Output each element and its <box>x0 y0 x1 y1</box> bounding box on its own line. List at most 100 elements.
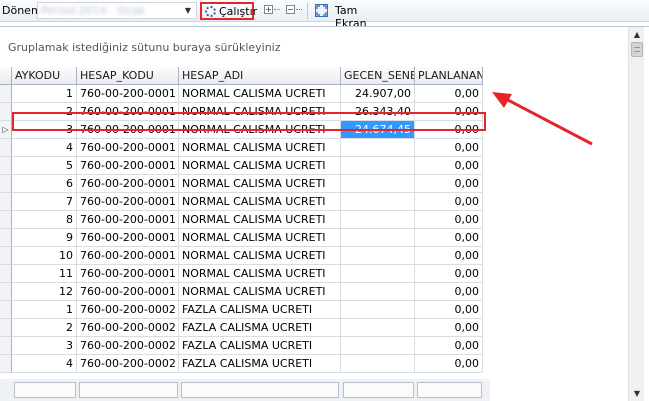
cell-gecen-sene[interactable] <box>341 337 415 355</box>
table-row[interactable]: 6 760-00-200-0001 NORMAL CALISMA UCRETI 0,0… <box>0 175 490 193</box>
cell-hesap-adi[interactable]: NORMAL CALISMA UCRETI <box>179 211 341 229</box>
cell-hesap-kodu[interactable]: 760-00-200-0001 <box>77 85 179 103</box>
row-indicator[interactable] <box>0 139 12 157</box>
cell-hesap-adi[interactable]: NORMAL CALISMA UCRETI <box>179 265 341 283</box>
cell-hesap-adi[interactable]: NORMAL CALISMA UCRETI <box>179 157 341 175</box>
table-row[interactable]: 4 760-00-200-0002 FAZLA CALISMA UCRETI 0,00 <box>0 355 490 373</box>
scroll-down-icon[interactable]: ▼ <box>629 386 645 401</box>
cell-gecen-sene[interactable] <box>341 301 415 319</box>
cell-aykodu[interactable]: 3 <box>12 121 77 139</box>
cell-planlanan[interactable]: 0,00 <box>415 265 483 283</box>
cell-hesap-kodu[interactable]: 760-00-200-0001 <box>77 139 179 157</box>
cell-planlanan[interactable]: 0,00 <box>415 337 483 355</box>
row-indicator[interactable] <box>0 229 12 247</box>
row-indicator[interactable] <box>0 283 12 301</box>
scroll-thumb[interactable] <box>631 42 643 57</box>
cell-hesap-adi[interactable]: NORMAL CALISMA UCRETI <box>179 121 341 139</box>
cell-aykodu[interactable]: 4 <box>12 139 77 157</box>
cell-planlanan[interactable]: 0,00 <box>415 355 483 373</box>
cell-aykodu[interactable]: 4 <box>12 355 77 373</box>
table-row[interactable]: 11 760-00-200-0001 NORMAL CALISMA UCRETI 0,… <box>0 265 490 283</box>
cell-gecen-sene[interactable]: 24.674,45 <box>341 121 415 139</box>
cell-aykodu[interactable]: 1 <box>12 301 77 319</box>
table-row[interactable]: 1 760-00-200-0002 FAZLA CALISMA UCRETI 0,00 <box>0 301 490 319</box>
cell-aykodu[interactable]: 2 <box>12 103 77 121</box>
cell-aykodu[interactable]: 2 <box>12 319 77 337</box>
chevron-down-icon[interactable]: ▼ <box>181 3 195 18</box>
cell-hesap-adi[interactable]: NORMAL CALISMA UCRETI <box>179 85 341 103</box>
cell-planlanan[interactable]: 0,00 <box>415 229 483 247</box>
table-row[interactable]: 12 760-00-200-0001 NORMAL CALISMA UCRETI 0,… <box>0 283 490 301</box>
cell-hesap-kodu[interactable]: 760-00-200-0001 <box>77 283 179 301</box>
expand-all-icon[interactable]: + <box>264 5 273 14</box>
table-row[interactable]: ▷ 3 760-00-200-0001 NORMAL CALISMA UCRETI 24… <box>0 121 490 139</box>
cell-hesap-kodu[interactable]: 760-00-200-0001 <box>77 265 179 283</box>
row-indicator[interactable] <box>0 175 12 193</box>
cell-gecen-sene[interactable] <box>341 211 415 229</box>
cell-hesap-adi[interactable]: NORMAL CALISMA UCRETI <box>179 283 341 301</box>
cell-aykodu[interactable]: 9 <box>12 229 77 247</box>
cell-hesap-kodu[interactable]: 760-00-200-0001 <box>77 211 179 229</box>
cell-aykodu[interactable]: 3 <box>12 337 77 355</box>
table-row[interactable]: 10 760-00-200-0001 NORMAL CALISMA UCRETI 0,… <box>0 247 490 265</box>
cell-planlanan[interactable]: 0,00 <box>415 211 483 229</box>
row-indicator[interactable] <box>0 193 12 211</box>
row-indicator[interactable] <box>0 85 12 103</box>
cell-aykodu[interactable]: 1 <box>12 85 77 103</box>
cell-hesap-adi[interactable]: NORMAL CALISMA UCRETI <box>179 229 341 247</box>
cell-hesap-adi[interactable]: NORMAL CALISMA UCRETI <box>179 247 341 265</box>
column-header-hesap-kodu[interactable]: HESAP_KODU <box>77 67 179 85</box>
group-by-panel[interactable]: Gruplamak istediğiniz sütunu buraya sürü… <box>0 27 627 65</box>
row-indicator[interactable] <box>0 319 12 337</box>
cell-planlanan[interactable]: 0,00 <box>415 85 483 103</box>
cell-gecen-sene[interactable] <box>341 193 415 211</box>
cell-planlanan[interactable]: 0,00 <box>415 175 483 193</box>
cell-hesap-kodu[interactable]: 760-00-200-0001 <box>77 157 179 175</box>
row-indicator[interactable] <box>0 247 12 265</box>
row-indicator[interactable] <box>0 265 12 283</box>
cell-hesap-kodu[interactable]: 760-00-200-0001 <box>77 103 179 121</box>
cell-planlanan[interactable]: 0,00 <box>415 139 483 157</box>
column-header-gecen-sene[interactable]: GECEN_SENE <box>341 67 415 85</box>
cell-planlanan[interactable]: 0,00 <box>415 247 483 265</box>
table-row[interactable]: 1 760-00-200-0001 NORMAL CALISMA UCRETI 24.… <box>0 85 490 103</box>
cell-hesap-kodu[interactable]: 760-00-200-0001 <box>77 121 179 139</box>
cell-planlanan[interactable]: 0,00 <box>415 121 483 139</box>
cell-hesap-adi[interactable]: NORMAL CALISMA UCRETI <box>179 175 341 193</box>
cell-hesap-adi[interactable]: FAZLA CALISMA UCRETI <box>179 355 341 373</box>
cell-planlanan[interactable]: 0,00 <box>415 301 483 319</box>
cell-gecen-sene[interactable]: 26.343,40 <box>341 103 415 121</box>
vertical-scrollbar[interactable]: ▲ ▼ <box>628 27 644 401</box>
cell-aykodu[interactable]: 6 <box>12 175 77 193</box>
cell-hesap-kodu[interactable]: 760-00-200-0001 <box>77 229 179 247</box>
cell-gecen-sene[interactable] <box>341 355 415 373</box>
cell-gecen-sene[interactable] <box>341 139 415 157</box>
period-combo[interactable]: Period 2014 · Ocak ▼ <box>37 2 197 19</box>
row-indicator[interactable] <box>0 157 12 175</box>
row-indicator[interactable] <box>0 355 12 373</box>
cell-gecen-sene[interactable] <box>341 265 415 283</box>
cell-aykodu[interactable]: 5 <box>12 157 77 175</box>
cell-gecen-sene[interactable] <box>341 175 415 193</box>
cell-gecen-sene[interactable] <box>341 229 415 247</box>
row-indicator[interactable] <box>0 337 12 355</box>
cell-hesap-kodu[interactable]: 760-00-200-0001 <box>77 247 179 265</box>
cell-gecen-sene[interactable]: 24.907,00 <box>341 85 415 103</box>
row-indicator[interactable] <box>0 103 12 121</box>
column-header-planlanan[interactable]: PLANLANAN <box>415 67 483 85</box>
cell-hesap-kodu[interactable]: 760-00-200-0002 <box>77 355 179 373</box>
cell-gecen-sene[interactable] <box>341 157 415 175</box>
column-header-aykodu[interactable]: AYKODU <box>12 67 77 85</box>
table-row[interactable]: 2 760-00-200-0002 FAZLA CALISMA UCRETI 0,00 <box>0 319 490 337</box>
cell-aykodu[interactable]: 11 <box>12 265 77 283</box>
cell-aykodu[interactable]: 12 <box>12 283 77 301</box>
row-indicator[interactable] <box>0 211 12 229</box>
cell-gecen-sene[interactable] <box>341 283 415 301</box>
cell-hesap-kodu[interactable]: 760-00-200-0002 <box>77 301 179 319</box>
cell-hesap-adi[interactable]: FAZLA CALISMA UCRETI <box>179 301 341 319</box>
table-row[interactable]: 4 760-00-200-0001 NORMAL CALISMA UCRETI 0,0… <box>0 139 490 157</box>
table-row[interactable]: 7 760-00-200-0001 NORMAL CALISMA UCRETI 0,0… <box>0 193 490 211</box>
cell-hesap-kodu[interactable]: 760-00-200-0002 <box>77 319 179 337</box>
collapse-all-icon[interactable]: − <box>286 5 295 14</box>
cell-hesap-kodu[interactable]: 760-00-200-0002 <box>77 337 179 355</box>
